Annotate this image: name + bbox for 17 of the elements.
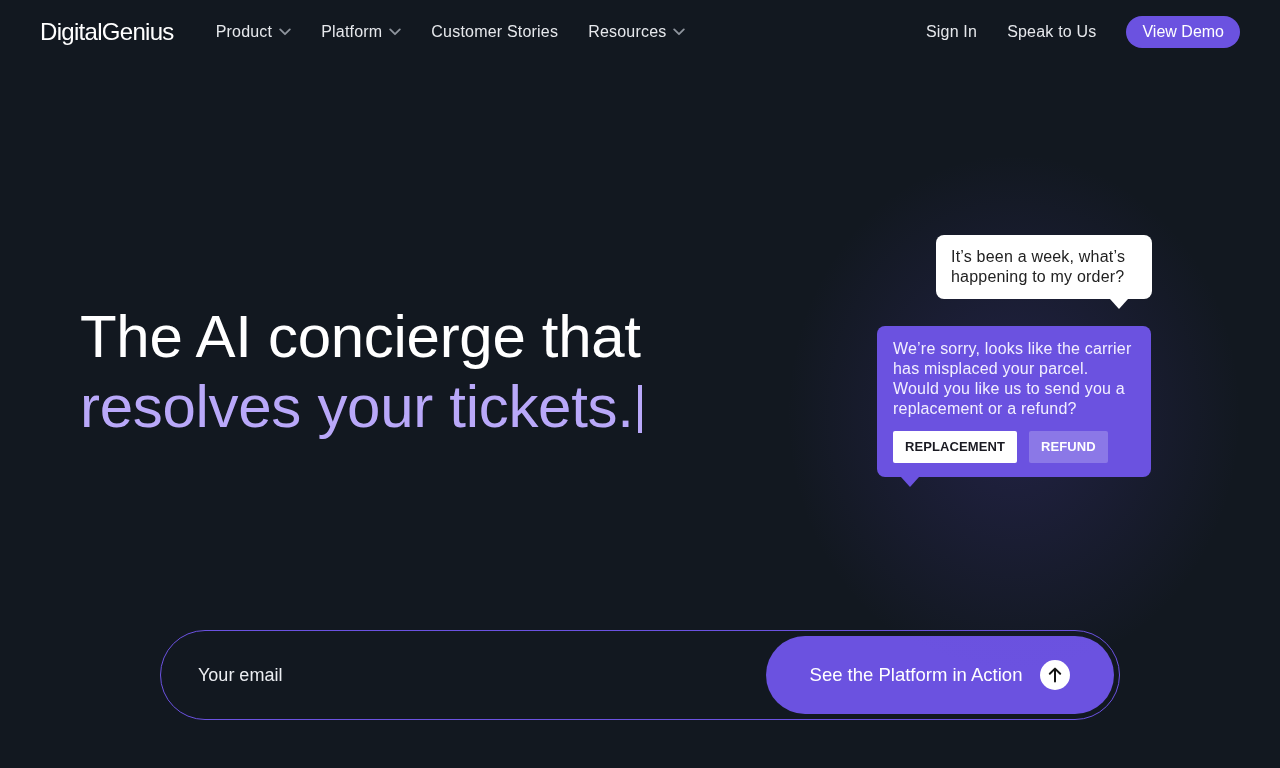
arrow-up-icon	[1040, 660, 1071, 690]
nav-link[interactable]: Sign In	[925, 22, 978, 42]
nav-link[interactable]: Speak to Us	[1007, 22, 1097, 42]
nav-link[interactable]: Customer Stories	[431, 22, 559, 42]
reply-button[interactable]: REFUND	[1029, 431, 1108, 463]
message-text: It’s been a week, what’s happening to my order?	[951, 247, 1127, 287]
nav-link[interactable]: Platform	[321, 22, 402, 42]
nav-link[interactable]: Product	[215, 22, 292, 42]
email-field[interactable]: Your email	[198, 660, 746, 690]
nav-link[interactable]: Resources	[588, 22, 686, 42]
reply-button[interactable]: REPLACEMENT	[893, 431, 1018, 463]
headline-text: resolves your tickets.	[80, 373, 634, 440]
logo[interactable]: DigitalGenius	[40, 20, 174, 44]
headline-text: The AI concierge that	[80, 303, 641, 370]
cta-button[interactable]: See the Platform in Action	[766, 636, 1114, 714]
message-text: We’re sorry, looks like the carrier has misplaced your parcel. Would you like us to send you a replacement or a refund?	[893, 339, 1133, 419]
view-demo-button[interactable]: View Demo	[1126, 16, 1240, 48]
